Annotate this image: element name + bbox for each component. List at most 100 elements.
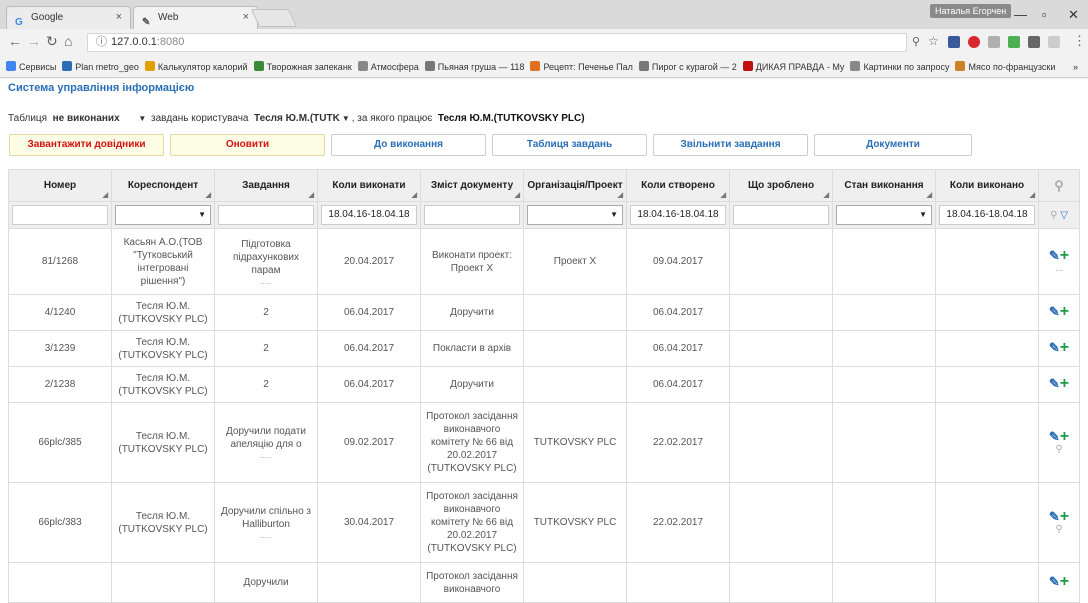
table-row[interactable]: Доручили Протокол засідання виконавчого ✎+ xyxy=(8,562,1080,603)
cell-done-what xyxy=(729,402,833,483)
extension-icon[interactable] xyxy=(1008,36,1020,48)
release-task-button[interactable]: Звільнити завдання xyxy=(653,134,808,156)
edit-icon[interactable]: ✎ xyxy=(1049,574,1060,589)
column-header-org[interactable]: Організація/Проект ◢ xyxy=(523,169,627,202)
edit-icon[interactable]: ✎ xyxy=(1049,340,1060,355)
add-icon[interactable]: + xyxy=(1060,339,1069,356)
bookmark-star-icon[interactable]: ☆ xyxy=(928,34,939,48)
number-filter-input[interactable] xyxy=(12,205,108,225)
new-tab-button[interactable] xyxy=(250,9,298,27)
table-row[interactable]: 81/1268 Касьян А.О.(ТОВ "Тутковський інте… xyxy=(8,228,1080,295)
table-row[interactable]: 66plc/385 Тесля Ю.М. (TUTKOVSKY PLC) Доруч… xyxy=(8,402,1080,483)
bookmark-favicon-icon xyxy=(144,61,155,71)
filter-icon[interactable]: ▽ xyxy=(1060,210,1068,221)
edit-icon[interactable]: ✎ xyxy=(1049,248,1060,263)
column-header-due[interactable]: Коли виконати ◢ xyxy=(317,169,421,202)
address-bar[interactable]: ⓘ 127.0.0.1:8080 xyxy=(87,33,907,52)
forward-icon[interactable]: → xyxy=(27,33,41,49)
maximize-icon[interactable]: ▫ xyxy=(1042,7,1047,22)
edit-icon[interactable]: ✎ xyxy=(1049,509,1060,524)
created-filter-input[interactable]: 18.04.16-18.04.18 xyxy=(630,205,726,225)
cell-content: Покласти в архів xyxy=(420,330,524,367)
bookmark-item[interactable]: ДИКАЯ ПРАВДА - Му xyxy=(742,57,844,77)
bookmark-item[interactable]: Пьяная груша — 118 xyxy=(424,57,524,77)
done-when-filter-input[interactable]: 18.04.16-18.04.18 xyxy=(939,205,1035,225)
adblock-extension-icon[interactable] xyxy=(968,36,980,48)
bookmark-item[interactable]: Мясо по-французски xyxy=(955,57,1055,77)
search-icon[interactable]: ⚲ xyxy=(1043,445,1075,455)
column-header-done-when[interactable]: Коли виконано ◢ xyxy=(935,169,1039,202)
close-window-icon[interactable]: ✕ xyxy=(1068,7,1079,23)
status-select[interactable]: не виконаних ▼ xyxy=(53,113,149,124)
bookmark-item[interactable]: Plan metro_geo xyxy=(62,57,139,77)
add-icon[interactable]: + xyxy=(1060,508,1069,525)
task-table-button[interactable]: Таблиця завдань xyxy=(492,134,647,156)
user-select[interactable]: Тесля Ю.М.(TUTK ▼ xyxy=(254,113,352,124)
bookmark-item[interactable]: Рецепт: Печенье Пал xyxy=(530,57,633,77)
column-header-content[interactable]: Зміст документу ◢ xyxy=(420,169,524,202)
add-icon[interactable]: + xyxy=(1060,303,1069,320)
bookmark-item[interactable]: Творожная запеканк xyxy=(253,57,352,77)
menu-icon[interactable]: ⋮ xyxy=(1073,33,1086,49)
load-directories-button[interactable]: Завантажити довідники xyxy=(9,134,164,156)
bookmark-item[interactable]: Картинки по запросу xyxy=(850,57,949,77)
content-filter-input[interactable] xyxy=(424,205,520,225)
close-tab-icon[interactable]: × xyxy=(116,7,122,28)
done-what-filter-input[interactable] xyxy=(733,205,829,225)
edit-icon[interactable]: ✎ xyxy=(1049,376,1060,391)
minimize-icon[interactable]: — xyxy=(1014,7,1027,22)
org-filter-select[interactable]: ▼ xyxy=(527,205,623,225)
column-header-correspondent[interactable]: Кореспондент ◢ xyxy=(111,169,215,202)
due-filter-input[interactable]: 18.04.16-18.04.18 xyxy=(321,205,417,225)
add-icon[interactable]: + xyxy=(1060,375,1069,392)
column-header-done-what[interactable]: Що зроблено ◢ xyxy=(729,169,833,202)
reload-icon[interactable]: ↻ xyxy=(46,33,58,50)
add-icon[interactable]: + xyxy=(1060,573,1069,590)
resize-icon: ◢ xyxy=(617,192,623,199)
table-row[interactable]: 3/1239 Тесля Ю.М. (TUTKOVSKY PLC) 2 06.04.2… xyxy=(8,330,1080,367)
state-filter-select[interactable]: ▼ xyxy=(836,205,932,225)
correspondent-filter-select[interactable]: ▼ xyxy=(115,205,211,225)
refresh-button[interactable]: Оновити xyxy=(170,134,325,156)
table-row[interactable]: 66plc/383 Тесля Ю.М. (TUTKOVSKY PLC) Доруч… xyxy=(8,482,1080,563)
more-icon[interactable]: ... xyxy=(1043,264,1075,274)
task-filter-input[interactable] xyxy=(218,205,314,225)
to-execution-button[interactable]: До виконання xyxy=(331,134,486,156)
more-link[interactable]: ..... xyxy=(219,531,313,540)
extension-icon[interactable] xyxy=(1048,36,1060,48)
bookmark-item[interactable]: Пирог с курагой — 2 xyxy=(638,57,737,77)
documents-button[interactable]: Документи xyxy=(814,134,972,156)
table-row[interactable]: 2/1238 Тесля Ю.М. (TUTKOVSKY PLC) 2 06.04.2… xyxy=(8,366,1080,403)
chevron-down-icon: ▼ xyxy=(919,210,927,219)
table-row[interactable]: 4/1240 Тесля Ю.М. (TUTKOVSKY PLC) 2 06.04.2… xyxy=(8,294,1080,331)
extension-icon[interactable] xyxy=(1028,36,1040,48)
add-icon[interactable]: + xyxy=(1060,247,1069,264)
home-icon[interactable]: ⌂ xyxy=(64,33,72,49)
column-header-state[interactable]: Стан виконання ◢ xyxy=(832,169,936,202)
bookmark-item[interactable]: Калькулятор калорий xyxy=(144,57,248,77)
column-header-number[interactable]: Номер ◢ xyxy=(8,169,112,202)
bookmark-item[interactable]: Атмосфера xyxy=(357,57,419,77)
edit-icon[interactable]: ✎ xyxy=(1049,429,1060,444)
facebook-extension-icon[interactable] xyxy=(948,36,960,48)
edit-icon[interactable]: ✎ xyxy=(1049,304,1060,319)
bookmark-item[interactable]: Сервисы xyxy=(6,57,56,77)
add-icon[interactable]: + xyxy=(1060,428,1069,445)
cell-org xyxy=(523,366,627,403)
tab-google[interactable]: G Google × xyxy=(6,6,131,29)
search-icon[interactable]: ⚲ xyxy=(1043,525,1075,535)
search-icon[interactable]: ⚲ xyxy=(1054,178,1064,193)
back-icon[interactable]: ← xyxy=(8,33,22,49)
translate-icon[interactable]: ⚲ xyxy=(912,35,920,48)
column-header-task[interactable]: Завдання ◢ xyxy=(214,169,318,202)
more-link[interactable]: ..... xyxy=(219,276,313,286)
column-header-created[interactable]: Коли створено ◢ xyxy=(626,169,730,202)
search-icon[interactable]: ⚲ xyxy=(1050,210,1057,221)
more-link[interactable]: ..... xyxy=(219,451,313,460)
column-header-search[interactable]: ⚲ xyxy=(1038,169,1080,202)
close-tab-icon[interactable]: × xyxy=(243,7,249,28)
more-bookmarks-icon[interactable]: » xyxy=(1073,57,1078,77)
profile-button[interactable]: Наталья Егорчен xyxy=(930,4,1012,18)
tab-web[interactable]: ✎ Web × xyxy=(133,6,258,29)
extension-icon[interactable] xyxy=(988,36,1000,48)
